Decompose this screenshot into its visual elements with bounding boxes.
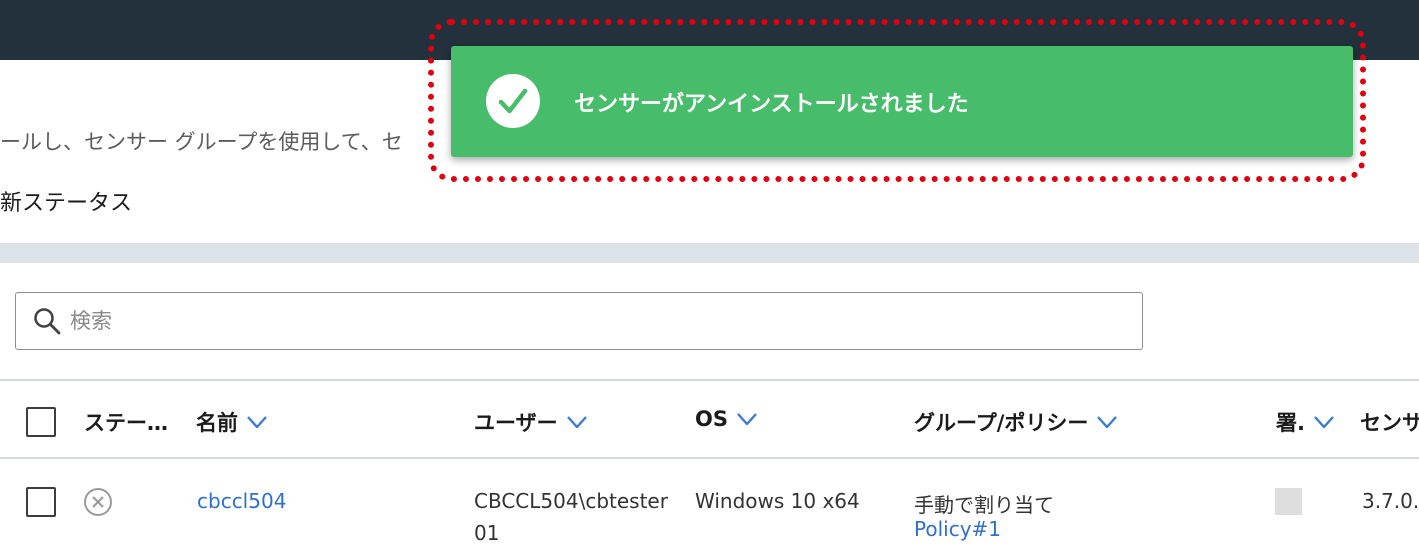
column-header-label: センサ — [1360, 411, 1419, 435]
signature-status-indicator — [1275, 488, 1302, 515]
device-name-link[interactable]: cbccl504 — [197, 489, 286, 513]
column-header-label: ユーザー — [474, 411, 558, 435]
sort-caret-down-icon[interactable] — [736, 412, 758, 426]
column-header-os[interactable]: OS — [695, 407, 758, 431]
sort-caret-down-icon[interactable] — [246, 415, 268, 429]
status-heading: 新ステータス — [0, 191, 133, 216]
column-header-label: グループ/ポリシー — [914, 411, 1089, 435]
column-header-group-policy[interactable]: グループ/ポリシー — [914, 407, 1118, 437]
policy-link[interactable]: Policy#1 — [914, 517, 1001, 541]
sort-caret-down-icon[interactable] — [566, 415, 588, 429]
group-cell: 手動で割り当て — [914, 493, 1054, 517]
search-input[interactable] — [70, 303, 1120, 339]
column-header-signature[interactable]: 署. — [1276, 407, 1335, 437]
x-circle-icon — [84, 488, 112, 516]
row-checkbox[interactable] — [26, 487, 56, 517]
column-header-user[interactable]: ユーザー — [474, 407, 588, 437]
column-header-label: 名前 — [196, 411, 238, 435]
column-header-label: 署. — [1276, 411, 1305, 435]
sort-caret-down-icon[interactable] — [1313, 415, 1335, 429]
column-header-status[interactable]: ステー… — [84, 407, 168, 437]
page-description: ールし、センサー グループを使用して、セ — [0, 130, 403, 154]
column-header-label: OS — [695, 407, 728, 431]
user-cell: CBCCL504\cbtester01 — [474, 489, 668, 545]
table-header-border — [0, 457, 1419, 459]
sort-caret-down-icon[interactable] — [1096, 415, 1118, 429]
select-all-checkbox[interactable] — [26, 407, 56, 437]
search-icon — [34, 308, 61, 335]
search-box[interactable] — [15, 292, 1143, 350]
column-header-label: ステー… — [84, 411, 168, 435]
column-header-sensor[interactable]: センサ — [1360, 407, 1419, 437]
os-cell: Windows 10 x64 — [695, 489, 860, 513]
highlight-annotation-frame — [428, 19, 1366, 182]
sensor-version-cell: 3.7.0.1 — [1362, 489, 1419, 513]
section-divider-band — [0, 243, 1419, 263]
table-top-border — [0, 379, 1419, 381]
column-header-name[interactable]: 名前 — [196, 407, 268, 437]
